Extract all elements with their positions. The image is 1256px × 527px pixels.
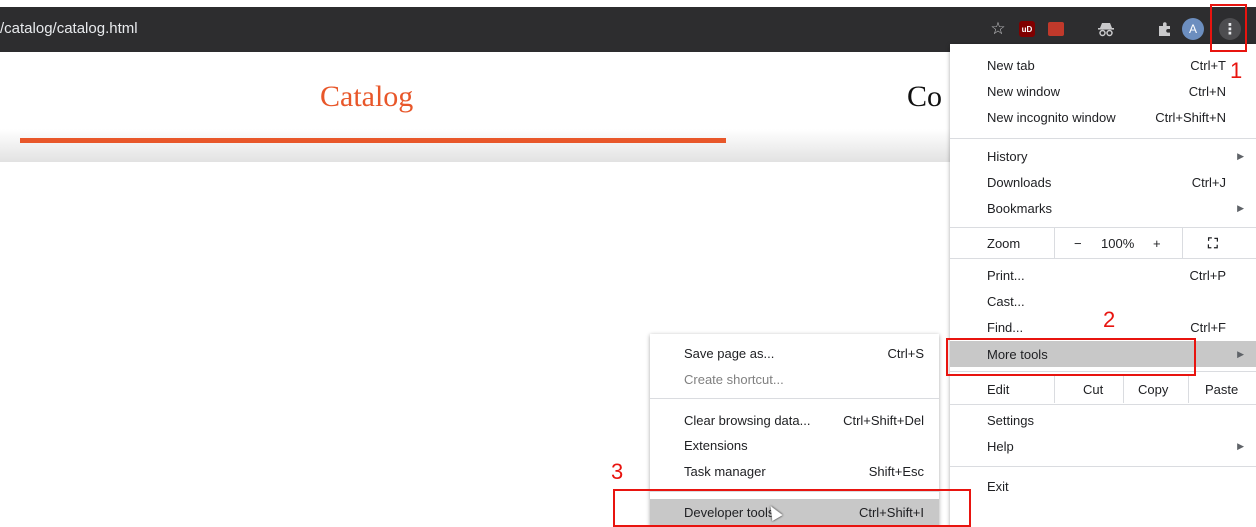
submenu-arrow-icon: ▶: [1237, 202, 1244, 213]
page-header: Catalog Co: [0, 52, 950, 162]
menu-item-zoom: Zoom − 100% + ⛶: [950, 228, 1256, 258]
incognito-extension-icon[interactable]: [1094, 17, 1118, 41]
ublock-extension-icon[interactable]: uD: [1015, 17, 1039, 41]
annotation-box-step2: [946, 338, 1196, 376]
address-bar-url[interactable]: /catalog/catalog.html: [0, 20, 138, 37]
avatar-letter: A: [1182, 18, 1204, 40]
menu-label: Task manager: [684, 463, 766, 479]
menu-item-history[interactable]: History ▶: [950, 143, 1256, 169]
menu-shortcut: Shift+Esc: [868, 463, 924, 479]
menu-label: Help: [987, 438, 1014, 454]
edit-divider: [1188, 375, 1189, 403]
menu-item-bookmarks[interactable]: Bookmarks ▶: [950, 195, 1256, 221]
profile-avatar[interactable]: A: [1181, 17, 1205, 41]
menu-shortcut: Ctrl+F: [1190, 319, 1226, 335]
incognito-glyph: [1098, 23, 1114, 37]
menu-label: Create shortcut...: [684, 371, 784, 387]
extensions-puzzle-icon[interactable]: [1153, 17, 1177, 41]
zoom-divider: [1054, 228, 1055, 258]
menu-shortcut: Ctrl+Shift+N: [1155, 109, 1226, 125]
catalog-tab-title[interactable]: Catalog: [320, 80, 413, 114]
submenu-item-clear-browsing-data[interactable]: Clear browsing data... Ctrl+Shift+Del: [650, 407, 939, 433]
zoom-level: 100%: [1101, 235, 1135, 251]
menu-label: Extensions: [684, 437, 748, 453]
menu-label: Bookmarks: [987, 200, 1053, 216]
menu-separator: [650, 398, 939, 399]
zoom-in-button[interactable]: +: [1153, 236, 1161, 251]
menu-label: Zoom: [987, 235, 1021, 251]
menu-shortcut: Ctrl+N: [1188, 83, 1226, 99]
menu-separator: [950, 258, 1256, 259]
puzzle-glyph: [1159, 22, 1170, 36]
menu-label: Edit: [987, 381, 1010, 397]
ublock-badge: uD: [1019, 21, 1035, 37]
annotation-label-step2: 2: [1103, 307, 1116, 332]
active-tab-underline: [20, 138, 726, 143]
menu-item-help[interactable]: Help ▶: [950, 433, 1256, 459]
menu-label: New window: [987, 83, 1060, 99]
copy-button[interactable]: Copy: [1138, 382, 1168, 397]
extension-red-badge: [1048, 22, 1064, 36]
submenu-arrow-icon: ▶: [1237, 348, 1244, 359]
menu-item-new-incognito-window[interactable]: New incognito window Ctrl+Shift+N: [950, 104, 1256, 130]
annotation-label-step1: 1: [1230, 58, 1243, 83]
menu-item-downloads[interactable]: Downloads Ctrl+J: [950, 169, 1256, 195]
menu-label: Find...: [987, 319, 1024, 335]
menu-shortcut: Ctrl+P: [1189, 267, 1226, 283]
extension-red-icon[interactable]: [1044, 17, 1068, 41]
submenu-arrow-icon: ▶: [1237, 150, 1244, 161]
annotation-label-step3: 3: [611, 459, 624, 484]
menu-label: Save page as...: [684, 345, 775, 361]
menu-item-settings[interactable]: Settings: [950, 407, 1256, 433]
menu-item-new-window[interactable]: New window Ctrl+N: [950, 78, 1256, 104]
menu-shortcut: Ctrl+Shift+Del: [843, 412, 924, 428]
submenu-item-extensions[interactable]: Extensions: [650, 432, 939, 458]
submenu-arrow-icon: ▶: [1237, 440, 1244, 451]
bookmark-star-icon[interactable]: ☆: [986, 17, 1010, 41]
zoom-out-button[interactable]: −: [1074, 236, 1082, 251]
paste-button[interactable]: Paste: [1205, 382, 1238, 397]
edit-divider: [1054, 375, 1055, 403]
annotation-box-step1: [1210, 4, 1247, 52]
submenu-item-create-shortcut: Create shortcut...: [650, 366, 939, 392]
menu-item-new-tab[interactable]: New tab Ctrl+T: [950, 52, 1256, 78]
menu-separator: [950, 138, 1256, 139]
menu-item-print[interactable]: Print... Ctrl+P: [950, 262, 1256, 288]
menu-shortcut: Ctrl+J: [1191, 174, 1226, 190]
menu-label: History: [987, 148, 1028, 164]
fullscreen-icon[interactable]: ⛶: [1208, 235, 1218, 252]
menu-shortcut: Ctrl+T: [1190, 57, 1226, 73]
menu-label: Print...: [987, 267, 1025, 283]
menu-separator: [950, 404, 1256, 405]
menu-item-exit[interactable]: Exit: [950, 473, 1256, 499]
menu-item-edit: Edit Cut Copy Paste: [950, 375, 1256, 403]
menu-label: New incognito window: [987, 109, 1116, 125]
second-tab-title[interactable]: Co: [907, 80, 942, 114]
menu-label: Downloads: [987, 174, 1052, 190]
submenu-item-task-manager[interactable]: Task manager Shift+Esc: [650, 458, 939, 484]
chrome-main-menu: New tab Ctrl+T New window Ctrl+N New inc…: [950, 44, 1256, 527]
cut-button[interactable]: Cut: [1083, 382, 1103, 397]
menu-label: Exit: [987, 478, 1009, 494]
submenu-item-save-page[interactable]: Save page as... Ctrl+S: [650, 340, 939, 366]
zoom-divider: [1182, 228, 1183, 258]
menu-label: Clear browsing data...: [684, 412, 811, 428]
menu-label: New tab: [987, 57, 1035, 73]
menu-shortcut: Ctrl+S: [887, 345, 924, 361]
menu-label: Cast...: [987, 293, 1025, 309]
menu-label: Settings: [987, 412, 1034, 428]
edit-divider: [1123, 375, 1124, 403]
annotation-box-step3: [613, 489, 971, 527]
menu-separator: [950, 466, 1256, 467]
